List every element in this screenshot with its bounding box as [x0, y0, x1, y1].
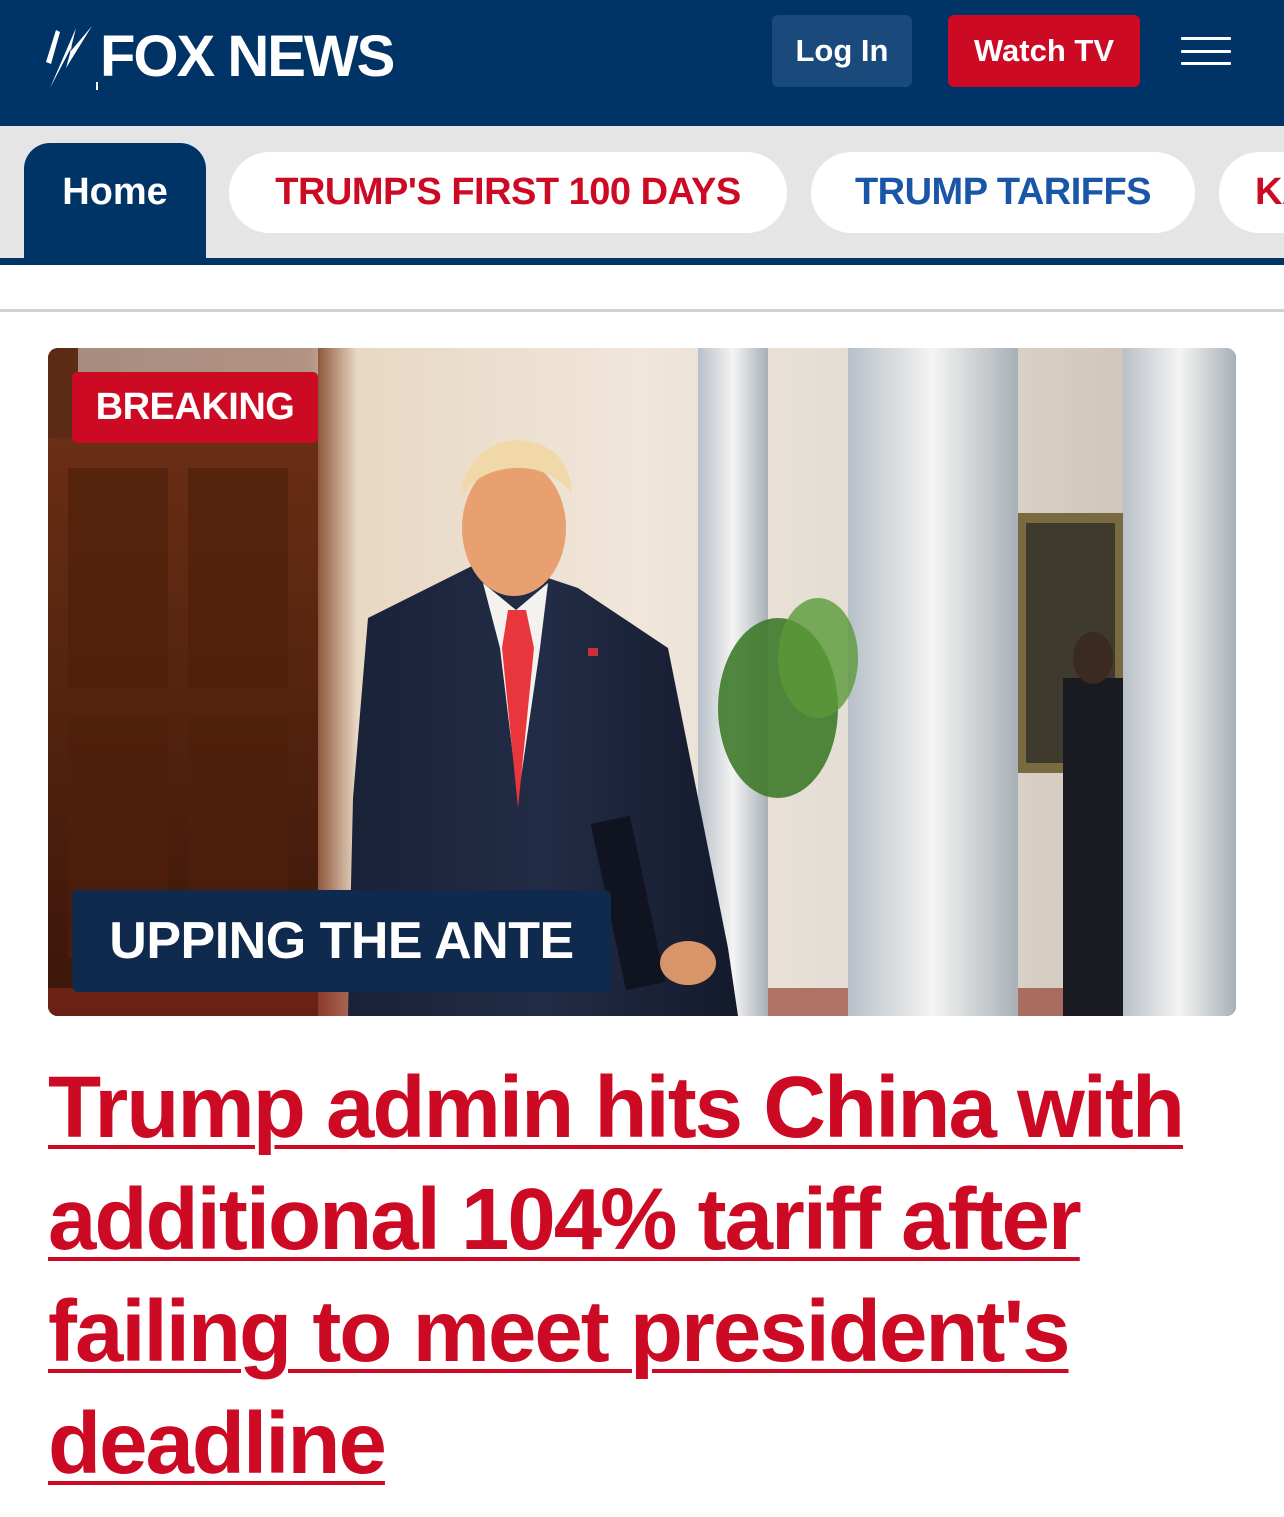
tab-trump-tariffs[interactable]: TRUMP TARIFFS — [811, 152, 1195, 233]
menu-icon[interactable] — [1181, 37, 1231, 65]
tab-trumps-first-100-days[interactable]: TRUMP'S FIRST 100 DAYS — [229, 152, 787, 233]
fox-bolt-icon — [46, 26, 98, 90]
watch-tv-button[interactable]: Watch TV — [948, 15, 1140, 87]
tab-home[interactable]: Home — [24, 143, 206, 261]
logo-wordmark: FOX NEWS — [100, 24, 395, 89]
section-divider — [0, 309, 1284, 312]
site-header: FOX NEWS Log In Watch TV — [0, 0, 1284, 126]
fox-news-logo[interactable]: FOX NEWS — [46, 22, 395, 92]
login-button[interactable]: Log In — [772, 15, 912, 87]
breaking-badge: BREAKING — [72, 372, 318, 443]
headline-link[interactable]: Trump admin hits China with additional 1… — [48, 1052, 1238, 1500]
story-kicker: UPPING THE ANTE — [72, 890, 611, 992]
